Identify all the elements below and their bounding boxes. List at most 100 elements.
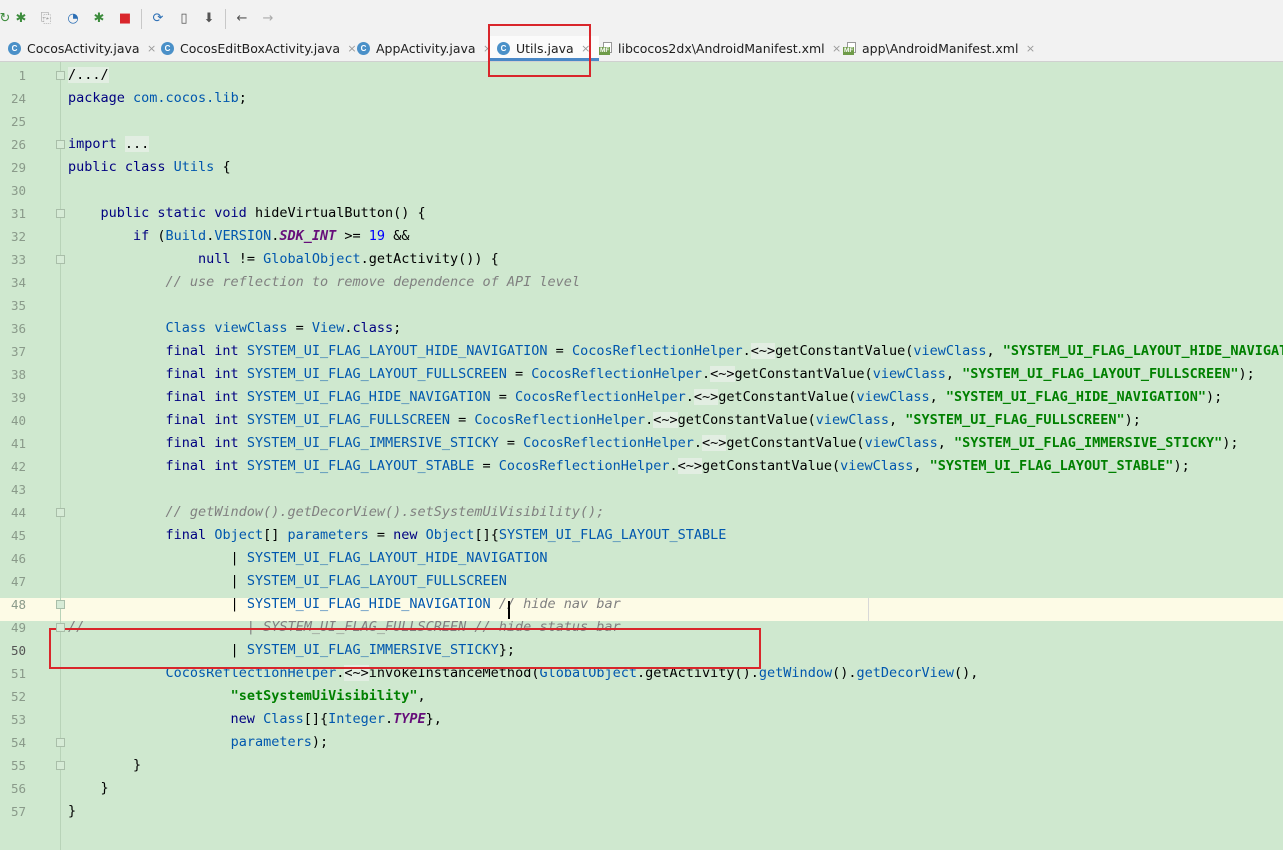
code-line: CocosReflectionHelper.<~>invokeInstanceM… bbox=[68, 662, 978, 685]
attach-debugger-icon[interactable]: ⎘ bbox=[37, 10, 55, 28]
code-line: "setSystemUiVisibility", bbox=[68, 685, 426, 708]
code-token: ; bbox=[393, 320, 402, 336]
code-line: public class Utils { bbox=[68, 156, 231, 179]
code-token: viewClass bbox=[815, 412, 889, 428]
code-token: (), bbox=[954, 665, 979, 681]
code-token: "SYSTEM_UI_FLAG_HIDE_NAVIGATION" bbox=[945, 389, 1206, 405]
code-token: = bbox=[506, 366, 532, 382]
java-class-icon: C bbox=[497, 42, 510, 55]
fold-marker-icon[interactable] bbox=[56, 738, 65, 747]
code-token: viewClass bbox=[840, 458, 914, 474]
code-token: . bbox=[685, 389, 694, 405]
tab-cocos-activity[interactable]: C CocosActivity.java × bbox=[8, 36, 159, 61]
code-token: SDK_INT bbox=[279, 228, 337, 244]
code-token: . bbox=[344, 320, 353, 336]
avd-manager-icon[interactable]: ▯ bbox=[175, 10, 193, 28]
code-token: SYSTEM_UI_FLAG_LAYOUT_FULLSCREEN bbox=[246, 366, 507, 382]
code-line: final Object[] parameters = new Object[]… bbox=[68, 524, 727, 547]
code-token: = bbox=[474, 458, 499, 474]
code-token: ); bbox=[1238, 366, 1255, 382]
code-token: getConstantValue( bbox=[726, 435, 865, 451]
code-token: { bbox=[214, 159, 231, 175]
code-token: viewClass bbox=[864, 435, 938, 451]
stop-icon[interactable]: ■ bbox=[116, 10, 134, 28]
code-token: | bbox=[68, 642, 247, 658]
active-tab-indicator bbox=[490, 58, 599, 61]
code-token: final int bbox=[68, 412, 247, 428]
tab-app-activity[interactable]: C AppActivity.java × bbox=[357, 36, 495, 61]
manifest-file-icon: MF bbox=[599, 42, 612, 55]
code-token: (). bbox=[832, 665, 857, 681]
code-token: = bbox=[490, 389, 516, 405]
code-token: CocosReflectionHelper bbox=[571, 343, 743, 359]
code-token: . bbox=[701, 366, 711, 382]
fold-marker-icon[interactable] bbox=[56, 508, 65, 517]
tab-label: app\AndroidManifest.xml bbox=[862, 41, 1019, 56]
sync-gradle-icon[interactable]: ⟳ bbox=[149, 10, 167, 28]
fold-marker-icon[interactable] bbox=[56, 600, 65, 609]
code-token: | bbox=[68, 550, 247, 566]
code-line: if (Build.VERSION.SDK_INT >= 19 && bbox=[68, 225, 409, 248]
code-token: <~> bbox=[653, 412, 678, 428]
code-token: CocosReflectionHelper bbox=[498, 458, 670, 474]
code-line: | SYSTEM_UI_FLAG_HIDE_NAVIGATION // hide… bbox=[68, 593, 621, 616]
close-icon[interactable]: × bbox=[830, 42, 844, 55]
back-arrow-icon[interactable]: ← bbox=[233, 10, 251, 28]
code-token: = bbox=[368, 527, 394, 543]
code-token: ); bbox=[311, 734, 329, 750]
code-token: CocosReflectionHelper bbox=[523, 435, 694, 451]
close-icon[interactable]: × bbox=[579, 42, 593, 55]
code-token: VERSION bbox=[214, 228, 272, 244]
code-token: = bbox=[498, 435, 524, 451]
code-token: <~> bbox=[693, 389, 719, 405]
code-token: Integer bbox=[328, 711, 386, 727]
toolbar-separator bbox=[225, 9, 226, 29]
fold-marker-icon[interactable] bbox=[56, 209, 65, 218]
code-token: [] bbox=[263, 527, 288, 543]
code-token: } bbox=[68, 757, 142, 773]
run-with-coverage-icon[interactable]: ✱ bbox=[90, 10, 108, 28]
code-token: CocosReflectionHelper bbox=[165, 665, 337, 681]
close-icon[interactable]: × bbox=[145, 42, 159, 55]
profile-icon[interactable]: ◔ bbox=[64, 10, 82, 28]
tab-cocos-edit-box-activity[interactable]: C CocosEditBoxActivity.java × bbox=[161, 36, 359, 61]
code-token: // use reflection to remove dependence o… bbox=[68, 274, 581, 290]
code-editor[interactable]: /.../package com.cocos.lib; import ... pub… bbox=[0, 62, 1283, 850]
code-token: , bbox=[417, 688, 426, 704]
code-token: SYSTEM_UI_FLAG_HIDE_NAVIGATION bbox=[246, 596, 491, 612]
code-token: ... bbox=[124, 136, 150, 152]
code-token: TYPE bbox=[393, 711, 426, 727]
forward-arrow-icon[interactable]: → bbox=[259, 10, 277, 28]
java-class-icon: C bbox=[357, 42, 370, 55]
code-token: "SYSTEM_UI_FLAG_LAYOUT_FULLSCREEN" bbox=[962, 366, 1239, 382]
code-token: Object bbox=[214, 527, 264, 543]
code-token: ); bbox=[1124, 412, 1141, 428]
code-token: hideVirtualButton() { bbox=[254, 205, 426, 221]
fold-marker-icon[interactable] bbox=[56, 623, 65, 632]
fold-marker-icon[interactable] bbox=[56, 140, 65, 149]
code-line: // | SYSTEM_UI_FLAG_FULLSCREEN // hide s… bbox=[68, 616, 621, 639]
tab-libcocos2dx-manifest[interactable]: MF libcocos2dx\AndroidManifest.xml × bbox=[599, 36, 844, 61]
code-token: SYSTEM_UI_FLAG_FULLSCREEN bbox=[246, 412, 451, 428]
tab-app-manifest[interactable]: MF app\AndroidManifest.xml × bbox=[843, 36, 1037, 61]
tab-utils-active[interactable]: C Utils.java × bbox=[490, 36, 599, 61]
sdk-manager-icon[interactable]: ⬇ bbox=[200, 10, 218, 28]
code-token: viewClass bbox=[856, 389, 930, 405]
debug-icon[interactable]: ✱ bbox=[12, 10, 30, 28]
code-token: } bbox=[68, 803, 77, 819]
main-toolbar: ↻ ✱ ⎘ ◔ ✱ ■ ⟳ ▯ ⬇ ← → bbox=[0, 0, 1283, 37]
code-token: , bbox=[937, 435, 954, 451]
code-token: "setSystemUiVisibility" bbox=[230, 688, 418, 704]
close-icon[interactable]: × bbox=[1023, 42, 1037, 55]
code-token: = bbox=[287, 320, 312, 336]
code-line: final int SYSTEM_UI_FLAG_FULLSCREEN = Co… bbox=[68, 409, 1141, 432]
code-token: getConstantValue( bbox=[718, 389, 857, 405]
code-line: final int SYSTEM_UI_FLAG_LAYOUT_FULLSCRE… bbox=[68, 363, 1255, 386]
code-token: getConstantValue( bbox=[734, 366, 873, 382]
fold-marker-icon[interactable] bbox=[56, 255, 65, 264]
fold-marker-icon[interactable] bbox=[56, 761, 65, 770]
fold-marker-icon[interactable] bbox=[56, 71, 65, 80]
code-token: , bbox=[888, 412, 906, 428]
